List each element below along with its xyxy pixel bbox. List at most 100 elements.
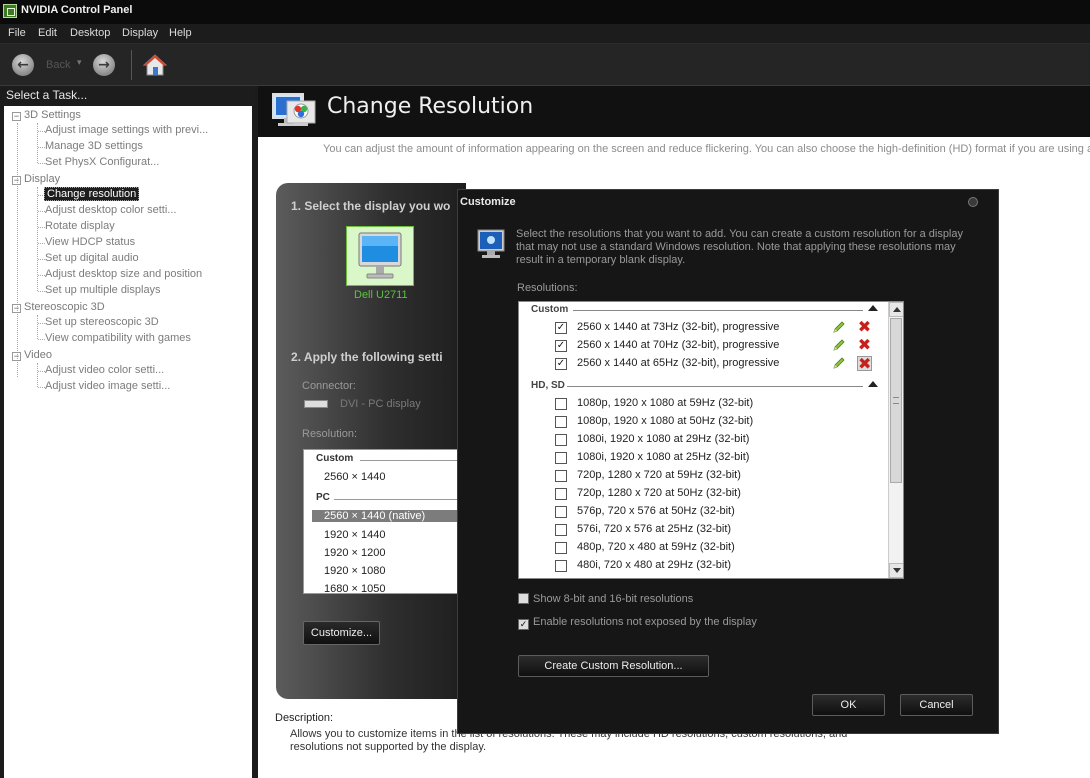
dialog-close-icon[interactable] bbox=[968, 197, 978, 207]
checkbox[interactable] bbox=[555, 506, 567, 518]
tree-category-video[interactable]: − Video bbox=[12, 349, 52, 361]
pencil-edit-icon[interactable] bbox=[832, 320, 846, 334]
create-custom-resolution-button[interactable]: Create Custom Resolution... bbox=[518, 655, 709, 677]
checkbox[interactable] bbox=[555, 470, 567, 482]
checkbox[interactable] bbox=[555, 524, 567, 536]
back-history-dropdown-icon[interactable]: ▾ bbox=[77, 58, 82, 68]
checkbox-checked[interactable]: ✓ bbox=[555, 358, 567, 370]
tree-category-stereoscopic-3d[interactable]: − Stereoscopic 3D bbox=[12, 301, 105, 313]
task-view-compatibility[interactable]: View compatibility with games bbox=[45, 332, 191, 344]
resolution-label: 2560 x 1440 at 70Hz (32-bit), progressiv… bbox=[577, 339, 780, 351]
tree-guide-line bbox=[37, 363, 38, 387]
resolution-label: 2560 x 1440 at 73Hz (32-bit), progressiv… bbox=[577, 321, 780, 333]
tree-category-3d-settings[interactable]: −3D Settings bbox=[12, 109, 81, 121]
hd-resolution-row[interactable]: 576p, 720 x 576 at 50Hz (32-bit) bbox=[519, 503, 889, 521]
task-adjust-video-image[interactable]: Adjust video image setti... bbox=[45, 380, 170, 392]
scroll-thumb[interactable] bbox=[890, 318, 902, 483]
resolution-option-selected[interactable]: 2560 × 1440 (native) bbox=[312, 510, 465, 522]
delete-x-icon[interactable]: ✖ bbox=[857, 356, 872, 372]
menu-desktop[interactable]: Desktop bbox=[70, 27, 110, 39]
step2-heading: 2. Apply the following setti bbox=[291, 350, 443, 364]
collapse-group-icon[interactable] bbox=[868, 305, 878, 311]
resolution-option[interactable]: 1920 × 1200 bbox=[324, 547, 385, 559]
scroll-down-icon[interactable] bbox=[889, 563, 903, 578]
cancel-button[interactable]: Cancel bbox=[900, 694, 973, 716]
task-manage-3d-settings[interactable]: Manage 3D settings bbox=[45, 140, 143, 152]
resolution-label: 1080p, 1920 x 1080 at 50Hz (32-bit) bbox=[577, 415, 754, 427]
resolution-list[interactable]: Custom 2560 × 1440 PC 2560 × 1440 (nativ… bbox=[303, 449, 466, 594]
hd-resolution-row[interactable]: 480i, 720 x 480 at 29Hz (32-bit) bbox=[519, 557, 889, 575]
custom-resolution-row[interactable]: ✓ 2560 x 1440 at 70Hz (32-bit), progress… bbox=[519, 337, 889, 355]
menu-display[interactable]: Display bbox=[122, 27, 158, 39]
hd-resolution-row[interactable]: 1080p, 1920 x 1080 at 50Hz (32-bit) bbox=[519, 413, 889, 431]
hd-resolution-row[interactable]: 1080i, 1920 x 1080 at 25Hz (32-bit) bbox=[519, 449, 889, 467]
task-rotate-display[interactable]: Rotate display bbox=[45, 220, 115, 232]
ok-button[interactable]: OK bbox=[812, 694, 885, 716]
forward-arrow-icon[interactable]: → bbox=[93, 54, 115, 76]
pencil-edit-icon[interactable] bbox=[832, 338, 846, 352]
resolution-group-pc: PC bbox=[316, 492, 330, 503]
hd-resolution-row[interactable]: 720p, 1280 x 720 at 59Hz (32-bit) bbox=[519, 467, 889, 485]
hd-resolution-row[interactable]: 576i, 720 x 576 at 25Hz (32-bit) bbox=[519, 521, 889, 539]
hd-resolution-row[interactable]: 1080p, 1920 x 1080 at 59Hz (32-bit) bbox=[519, 395, 889, 413]
task-adjust-video-color[interactable]: Adjust video color setti... bbox=[45, 364, 164, 376]
home-icon[interactable] bbox=[143, 53, 167, 77]
collapse-icon[interactable]: − bbox=[12, 112, 21, 121]
task-adjust-desktop-color[interactable]: Adjust desktop color setti... bbox=[45, 204, 176, 216]
custom-resolution-list[interactable]: Custom ✓ 2560 x 1440 at 73Hz (32-bit), p… bbox=[518, 301, 904, 579]
list-scrollbar[interactable] bbox=[888, 302, 903, 578]
scroll-up-icon[interactable] bbox=[889, 302, 903, 317]
checkbox[interactable] bbox=[555, 416, 567, 428]
checkbox-checked[interactable]: ✓ bbox=[555, 322, 567, 334]
hd-resolution-row[interactable]: 1080i, 1920 x 1080 at 29Hz (32-bit) bbox=[519, 431, 889, 449]
task-change-resolution[interactable]: Change resolution bbox=[44, 187, 140, 201]
customize-button[interactable]: Customize... bbox=[303, 621, 380, 645]
resolution-option[interactable]: 1920 × 1080 bbox=[324, 565, 385, 577]
tree-category-label: 3D Settings bbox=[24, 109, 81, 121]
checkbox-checked[interactable]: ✓ bbox=[518, 619, 529, 630]
checkbox[interactable] bbox=[518, 593, 529, 604]
checkbox-checked[interactable]: ✓ bbox=[555, 340, 567, 352]
task-set-up-digital-audio[interactable]: Set up digital audio bbox=[45, 252, 139, 264]
back-button-label[interactable]: Back bbox=[46, 59, 70, 71]
collapse-icon[interactable]: − bbox=[12, 352, 21, 361]
back-arrow-icon[interactable]: ← bbox=[12, 54, 34, 76]
display-selector-tile[interactable] bbox=[346, 226, 414, 286]
task-set-up-multiple-displays[interactable]: Set up multiple displays bbox=[45, 284, 161, 296]
resolution-option[interactable]: 2560 × 1440 bbox=[324, 471, 385, 483]
checkbox[interactable] bbox=[555, 452, 567, 464]
checkbox[interactable] bbox=[555, 488, 567, 500]
collapse-group-icon[interactable] bbox=[868, 381, 878, 387]
checkbox[interactable] bbox=[555, 560, 567, 572]
hd-resolution-row[interactable]: 480p, 720 x 480 at 59Hz (32-bit) bbox=[519, 539, 889, 557]
task-set-up-stereoscopic-3d[interactable]: Set up stereoscopic 3D bbox=[45, 316, 159, 328]
delete-x-icon[interactable]: ✖ bbox=[857, 319, 872, 335]
menu-file[interactable]: File bbox=[8, 27, 26, 39]
task-adjust-desktop-size[interactable]: Adjust desktop size and position bbox=[45, 268, 202, 280]
group-divider bbox=[360, 460, 465, 461]
window-title: NVIDIA Control Panel bbox=[21, 4, 133, 16]
task-adjust-image-settings[interactable]: Adjust image settings with previ... bbox=[45, 124, 208, 136]
menu-edit[interactable]: Edit bbox=[38, 27, 57, 39]
collapse-icon[interactable]: − bbox=[12, 176, 21, 185]
task-view-hdcp-status[interactable]: View HDCP status bbox=[45, 236, 135, 248]
resolution-option[interactable]: 1680 × 1050 bbox=[324, 583, 385, 593]
delete-x-icon[interactable]: ✖ bbox=[857, 337, 872, 353]
show-8-16-bit-option[interactable]: Show 8-bit and 16-bit resolutions bbox=[518, 593, 693, 605]
tree-category-display[interactable]: − Display bbox=[12, 173, 60, 185]
menu-help[interactable]: Help bbox=[169, 27, 192, 39]
pencil-edit-icon[interactable] bbox=[832, 356, 846, 370]
resolution-label: 480p, 720 x 480 at 59Hz (32-bit) bbox=[577, 541, 735, 553]
enable-unexposed-option[interactable]: ✓ Enable resolutions not exposed by the d… bbox=[518, 616, 757, 630]
checkbox[interactable] bbox=[555, 542, 567, 554]
task-set-physx[interactable]: Set PhysX Configurat... bbox=[45, 156, 159, 168]
custom-resolution-row[interactable]: ✓ 2560 x 1440 at 73Hz (32-bit), progress… bbox=[519, 319, 889, 337]
title-bar: NVIDIA Control Panel bbox=[0, 0, 1090, 24]
collapse-icon[interactable]: − bbox=[12, 304, 21, 313]
custom-resolution-row[interactable]: ✓ 2560 x 1440 at 65Hz (32-bit), progress… bbox=[519, 355, 889, 373]
checkbox[interactable] bbox=[555, 398, 567, 410]
resolution-option[interactable]: 1920 × 1440 bbox=[324, 529, 385, 541]
display-name: Dell U2711 bbox=[354, 289, 408, 301]
checkbox[interactable] bbox=[555, 434, 567, 446]
hd-resolution-row[interactable]: 720p, 1280 x 720 at 50Hz (32-bit) bbox=[519, 485, 889, 503]
